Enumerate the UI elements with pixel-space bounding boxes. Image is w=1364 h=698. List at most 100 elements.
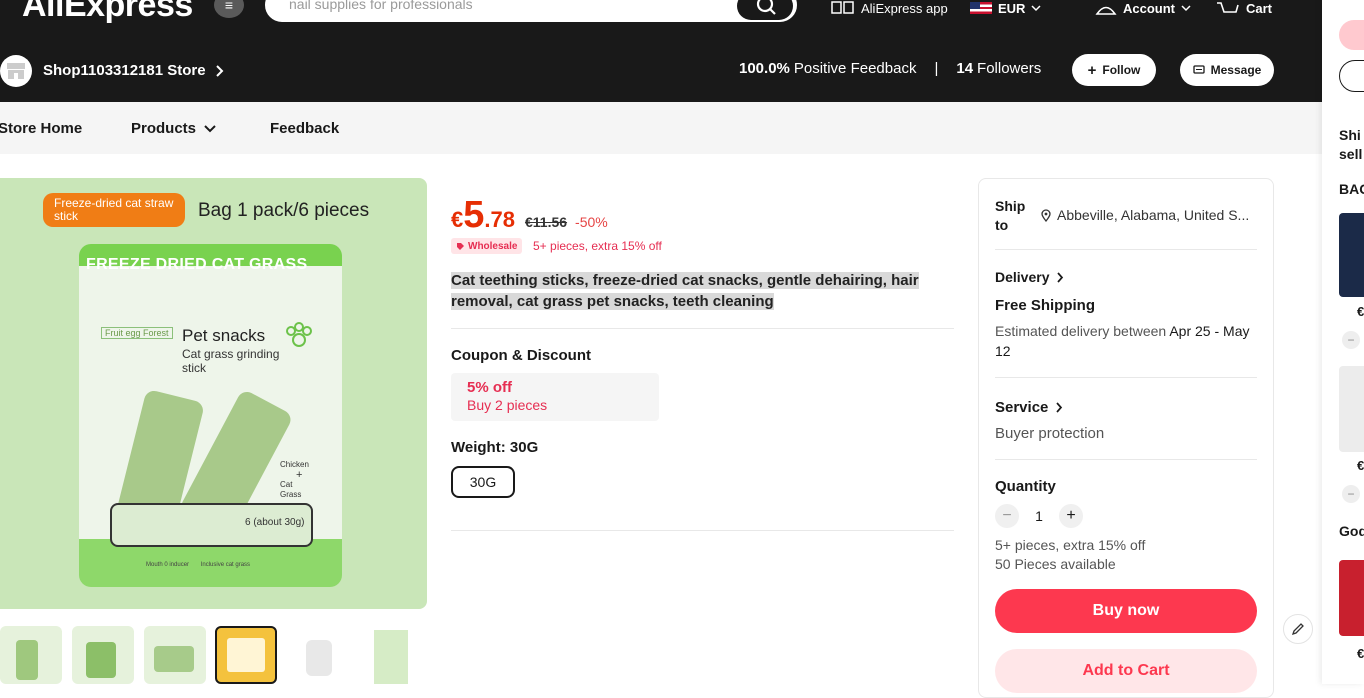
follow-label: Follow	[1102, 63, 1141, 77]
chevron-right-icon	[1057, 271, 1064, 283]
available-count: 50 Pieces available	[995, 556, 1116, 572]
edit-feedback-button[interactable]	[1283, 614, 1313, 644]
bag-flavors: Chicken + Cat Grass	[280, 460, 309, 500]
divider	[995, 459, 1257, 460]
wholesale-label: Wholesale	[468, 240, 518, 252]
store-nav: Store Home Products Feedback	[0, 102, 1322, 154]
message-button[interactable]: Message	[1180, 54, 1274, 86]
cart-label: Cart	[1246, 0, 1273, 16]
thumbnail[interactable]	[288, 626, 350, 684]
qr-code-icon	[831, 1, 854, 14]
price-block: € 5 .78 €11.56 -50%	[451, 194, 608, 237]
store-stats: 100.0% Positive Feedback | 14 Followers	[739, 60, 1041, 77]
price-decimal: .78	[484, 207, 515, 232]
us-flag-icon	[970, 2, 992, 14]
thumbnail[interactable]	[72, 626, 134, 684]
image-badge: Freeze-dried cat straw stick	[43, 193, 185, 227]
quantity-increase-button[interactable]: +	[1059, 504, 1083, 528]
bag-footer: Mouth 0 inducer Inclusive cat grass	[146, 562, 250, 568]
cart-link[interactable]: Cart	[1216, 0, 1272, 16]
plus-icon: +	[1087, 61, 1097, 79]
quantity-decrease-button[interactable]: −	[995, 504, 1019, 528]
search-icon	[756, 0, 776, 15]
bag-flavor-grass: Grass	[280, 490, 302, 499]
side-panel-button[interactable]	[1339, 20, 1364, 50]
store-avatar[interactable]	[0, 55, 32, 87]
currency-label: EUR	[998, 0, 1026, 16]
account-menu[interactable]: Account	[1095, 0, 1191, 16]
quantity-value[interactable]: 1	[1031, 508, 1047, 524]
main-product-image[interactable]: Freeze-dried cat straw stick Bag 1 pack/…	[0, 178, 427, 609]
nav-products-label: Products	[131, 120, 197, 137]
side-panel-outline-button[interactable]	[1339, 60, 1364, 92]
side-panel-ship-line-1: Shi	[1339, 127, 1361, 143]
bag-description: Cat grass grinding stick	[182, 347, 280, 375]
chevron-right-icon	[1056, 402, 1063, 413]
side-panel-price: €	[1357, 458, 1364, 473]
bag-footer-1: Mouth 0 inducer	[146, 562, 190, 568]
side-panel-ship-line-2: sell	[1339, 146, 1363, 162]
currency-selector[interactable]: EUR	[970, 0, 1041, 16]
nav-store-home[interactable]: Store Home	[0, 120, 82, 137]
coupon-section-title: Coupon & Discount	[451, 347, 591, 364]
coupon-subtitle: Buy 2 pieces	[467, 397, 548, 413]
search-input[interactable]	[289, 0, 729, 12]
price-integer: 5	[463, 194, 485, 236]
side-panel-goods-label: God	[1339, 523, 1364, 539]
store-name-link[interactable]: Shop1103312181 Store	[43, 62, 224, 79]
side-panel-product-image[interactable]	[1339, 213, 1364, 297]
aliexpress-logo[interactable]: AliExpress	[22, 0, 193, 25]
location-pin-icon	[1041, 208, 1051, 222]
chat-icon	[1192, 64, 1205, 74]
original-price: €11.56	[524, 214, 568, 230]
buy-now-button[interactable]: Buy now	[995, 589, 1257, 633]
service-row[interactable]: Service	[995, 399, 1063, 416]
app-link[interactable]: AliExpress app	[831, 0, 948, 16]
delivery-label: Delivery	[995, 269, 1050, 285]
side-panel-minus-button[interactable]: −	[1342, 485, 1360, 503]
service-label: Service	[995, 399, 1049, 416]
pencil-icon	[1291, 623, 1304, 636]
follow-button[interactable]: + Follow	[1072, 54, 1156, 86]
thumbnail[interactable]	[144, 626, 206, 684]
ship-to-label-1: Ship	[995, 198, 1026, 214]
coupon-title: 5% off	[467, 379, 512, 396]
side-panel-ship-text: Shi sell	[1339, 126, 1362, 164]
wholesale-note: 5+ pieces, extra 15% off	[533, 239, 662, 253]
thumbnail[interactable]	[360, 626, 422, 684]
bag-flavor-chicken: Chicken	[280, 460, 309, 469]
stats-separator: |	[934, 60, 939, 77]
paw-icon	[286, 322, 312, 347]
image-pack-label: Bag 1 pack/6 pieces	[198, 200, 370, 221]
chevron-right-icon	[215, 64, 224, 77]
service-value: Buyer protection	[995, 425, 1105, 442]
bag-brand: Fruit egg Forest	[101, 327, 173, 339]
search-button[interactable]	[737, 0, 793, 20]
chevron-down-icon	[1031, 5, 1041, 12]
side-panel-product-image[interactable]	[1339, 366, 1364, 452]
search-bar	[265, 0, 797, 22]
bag-footer-2: Inclusive cat grass	[200, 562, 251, 568]
side-panel-minus-button[interactable]: −	[1342, 331, 1360, 349]
bag-snacks-text: Pet snacks	[182, 326, 266, 345]
add-to-cart-button[interactable]: Add to Cart	[995, 649, 1257, 693]
followers-value: 14	[956, 60, 974, 77]
top-header: AliExpress ≡ AliExpress app EUR Account …	[0, 0, 1322, 102]
nav-feedback[interactable]: Feedback	[270, 120, 339, 137]
ship-location-selector[interactable]: Abbeville, Alabama, United S...	[1041, 207, 1249, 223]
nav-products[interactable]: Products	[131, 120, 216, 137]
side-panel-product-image[interactable]	[1339, 560, 1364, 636]
divider	[995, 249, 1257, 250]
delivery-row[interactable]: Delivery	[995, 269, 1064, 285]
coupon-card[interactable]: 5% off Buy 2 pieces	[451, 373, 659, 421]
weight-label: Weight: 30G	[451, 439, 539, 456]
feedback-label: Positive Feedback	[793, 60, 917, 77]
thumbnail[interactable]	[0, 626, 62, 684]
bag-info-panel: 6 (about 30g)	[110, 503, 313, 547]
thumbnail-selected[interactable]	[215, 626, 277, 684]
menu-icon[interactable]: ≡	[214, 0, 244, 18]
user-icon	[1095, 6, 1117, 15]
product-title-text: Cat teething sticks, freeze-dried cat sn…	[451, 272, 919, 310]
bag-flavor-cat: Cat	[280, 480, 293, 489]
weight-option-30g[interactable]: 30G	[451, 466, 515, 498]
